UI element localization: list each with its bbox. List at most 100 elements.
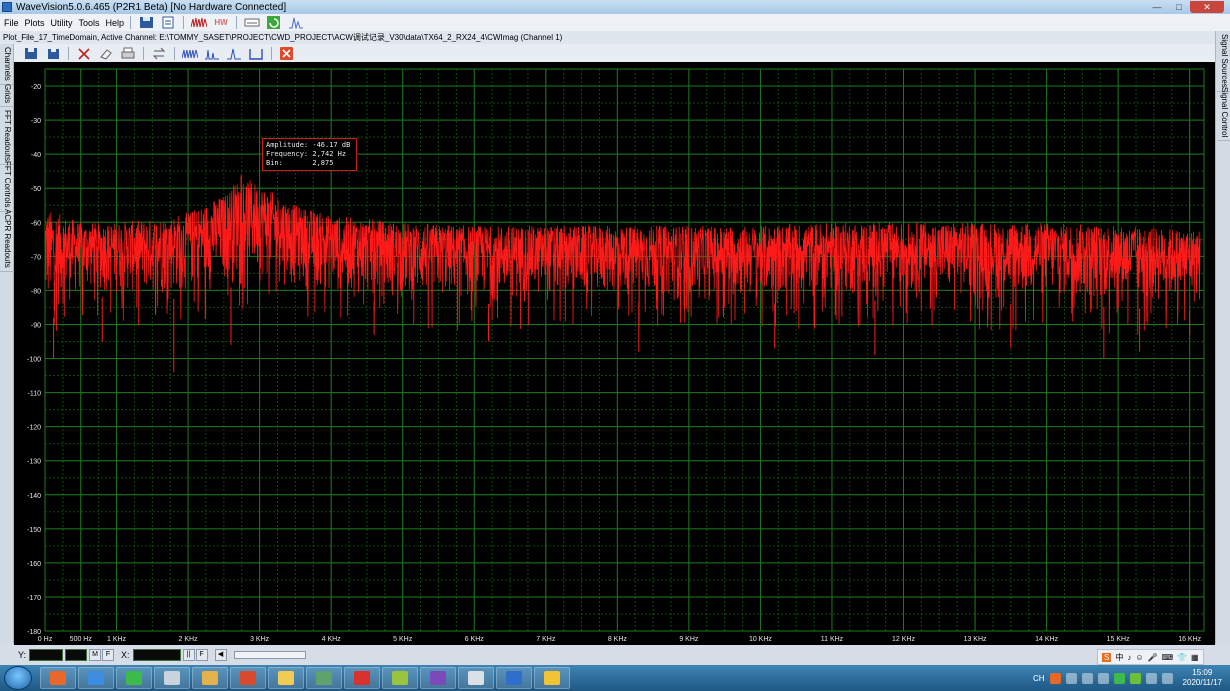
taskbar-messenger-button[interactable]	[534, 667, 570, 689]
taskbar-arrow-button[interactable]	[382, 667, 418, 689]
y-delta-field[interactable]	[65, 649, 88, 661]
taskbar-explorer-button[interactable]	[268, 667, 304, 689]
save-plot-icon[interactable]	[23, 46, 39, 60]
x-tick-label: 10 KHz	[749, 636, 772, 643]
spectrum-icon[interactable]	[288, 16, 304, 30]
eraser-icon[interactable]	[98, 46, 114, 60]
ime-note-icon[interactable]: ♪	[1127, 653, 1131, 662]
y-label: Y:	[18, 650, 27, 660]
wave-analysis-icon[interactable]	[191, 16, 208, 30]
tab-fft-readouts[interactable]: FFT Readouts	[0, 107, 13, 165]
link-icon[interactable]	[244, 16, 260, 30]
tray-app-icon[interactable]	[1049, 672, 1061, 684]
taskbar-app-blue-button[interactable]	[78, 667, 114, 689]
tab-signal-sources[interactable]: Signal Sources	[1217, 31, 1230, 92]
cut-icon[interactable]	[76, 46, 92, 60]
ime-toolbar: S 中 ♪ ☺ 🎤 ⌨ 👕 ▦	[1097, 649, 1204, 665]
right-panel-tabs: Signal Sources Signal Control	[1215, 31, 1230, 644]
hw-icon[interactable]: HW	[213, 16, 229, 30]
tray-language[interactable]: CH	[1033, 674, 1045, 683]
plot-toolbar	[14, 44, 1215, 62]
tray-nvidia-icon[interactable]	[1129, 672, 1141, 684]
menu-tools[interactable]: Tools	[77, 18, 102, 28]
f-button[interactable]: F	[102, 649, 115, 661]
scroll-slider[interactable]	[233, 651, 306, 659]
x-tick-label: 8 KHz	[608, 636, 628, 643]
start-button[interactable]	[4, 666, 32, 690]
f-x-button[interactable]: F	[195, 649, 208, 661]
ime-skin-icon[interactable]: 👕	[1177, 653, 1187, 662]
notes-icon	[468, 671, 484, 685]
taskbar-pdf-button[interactable]	[344, 667, 380, 689]
ime-grid-icon[interactable]: ▦	[1191, 653, 1199, 662]
ime-keyboard-icon[interactable]: ⌨	[1161, 653, 1173, 662]
app-icon	[2, 2, 12, 12]
tab-channels[interactable]: Channels	[0, 44, 13, 85]
tray-monitor-icon[interactable]	[1145, 672, 1157, 684]
toolbar-separator	[271, 46, 272, 60]
tray-volume-icon[interactable]	[1161, 672, 1173, 684]
taskbar-wavevision-button[interactable]	[230, 667, 266, 689]
tab-fft-controls[interactable]: FFT Controls	[0, 158, 13, 212]
histogram-view-icon[interactable]	[226, 46, 242, 60]
swap-icon[interactable]	[151, 46, 167, 60]
refresh-icon[interactable]	[266, 16, 282, 30]
taskbar-paint-button[interactable]	[192, 667, 228, 689]
y-tick-labels: -20 -30 -40 -50 -60 -70 -80 -90 -100 -110 -120 -130…	[27, 84, 41, 636]
menu-help[interactable]: Help	[104, 18, 127, 28]
messenger-icon	[544, 671, 560, 685]
document-icon	[164, 671, 180, 685]
minimize-button[interactable]: —	[1146, 1, 1168, 13]
print-icon[interactable]	[120, 46, 136, 60]
taskbar-notes-button[interactable]	[458, 667, 494, 689]
fft-view-icon[interactable]	[204, 46, 220, 60]
menu-plots[interactable]: Plots	[23, 18, 47, 28]
taskbar-firefox-button[interactable]	[40, 667, 76, 689]
fft-plot[interactable]: -20 -30 -40 -50 -60 -70 -80 -90 -100 -110 -120 -130…	[14, 62, 1215, 645]
tray-help-icon[interactable]	[1065, 672, 1077, 684]
x-tick-label: 0 Hz	[38, 636, 53, 643]
taskbar-document-button[interactable]	[154, 667, 190, 689]
maximize-button[interactable]: □	[1168, 1, 1190, 13]
fft-plot-svg[interactable]: -20 -30 -40 -50 -60 -70 -80 -90 -100 -110 -120 -130…	[14, 62, 1215, 645]
tab-grids[interactable]: Grids	[0, 81, 13, 108]
explorer-icon	[278, 671, 294, 685]
y-tick-label: -140	[27, 493, 41, 500]
tray-settings-icon[interactable]	[1081, 672, 1093, 684]
bracket-view-icon[interactable]	[248, 46, 264, 60]
firefox-icon	[50, 671, 66, 685]
y-tick-label: -110	[28, 391, 42, 398]
taskbar-screen-button[interactable]	[306, 667, 342, 689]
m-button[interactable]: M	[89, 649, 102, 661]
save-file-icon[interactable]	[138, 16, 154, 30]
wavevision-icon	[240, 671, 256, 685]
taskbar-visual-studio-button[interactable]	[420, 667, 456, 689]
ime-mic-icon[interactable]: 🎤	[1148, 653, 1158, 662]
close-button[interactable]: ✕	[1190, 1, 1224, 13]
taskbar-clock[interactable]: 15:09 2020/11/17	[1183, 668, 1222, 688]
tray-network-icon[interactable]	[1097, 672, 1109, 684]
menu-file[interactable]: File	[2, 18, 21, 28]
ime-chinese-toggle[interactable]: 中	[1115, 652, 1123, 663]
taskbar-word-button[interactable]	[496, 667, 532, 689]
save-all-icon[interactable]	[45, 46, 61, 60]
x-tick-label: 7 KHz	[536, 636, 556, 643]
close-plot-icon[interactable]	[279, 46, 295, 60]
waveform-view-icon[interactable]	[182, 46, 198, 60]
ime-emoji-icon[interactable]: ☺	[1135, 653, 1143, 662]
taskbar-wechat-button[interactable]	[116, 667, 152, 689]
tab-acpr-readouts[interactable]: ACPR Readouts	[0, 206, 13, 272]
x-value-field[interactable]	[132, 649, 181, 661]
sogou-icon[interactable]: S	[1102, 652, 1112, 662]
y-tick-label: -170	[27, 595, 41, 602]
menu-utility[interactable]: Utility	[49, 18, 75, 28]
scroll-left-button[interactable]: ◀	[214, 649, 227, 661]
y-value-field[interactable]	[29, 649, 64, 661]
y-tick-label: -70	[31, 254, 41, 261]
export-icon[interactable]	[160, 16, 176, 30]
x-tick-label: 1 KHz	[107, 636, 127, 643]
pause-button[interactable]: ||	[182, 649, 195, 661]
word-icon	[506, 671, 522, 685]
tab-signal-control[interactable]: Signal Control	[1217, 84, 1230, 142]
tray-wechat-icon[interactable]	[1113, 672, 1125, 684]
